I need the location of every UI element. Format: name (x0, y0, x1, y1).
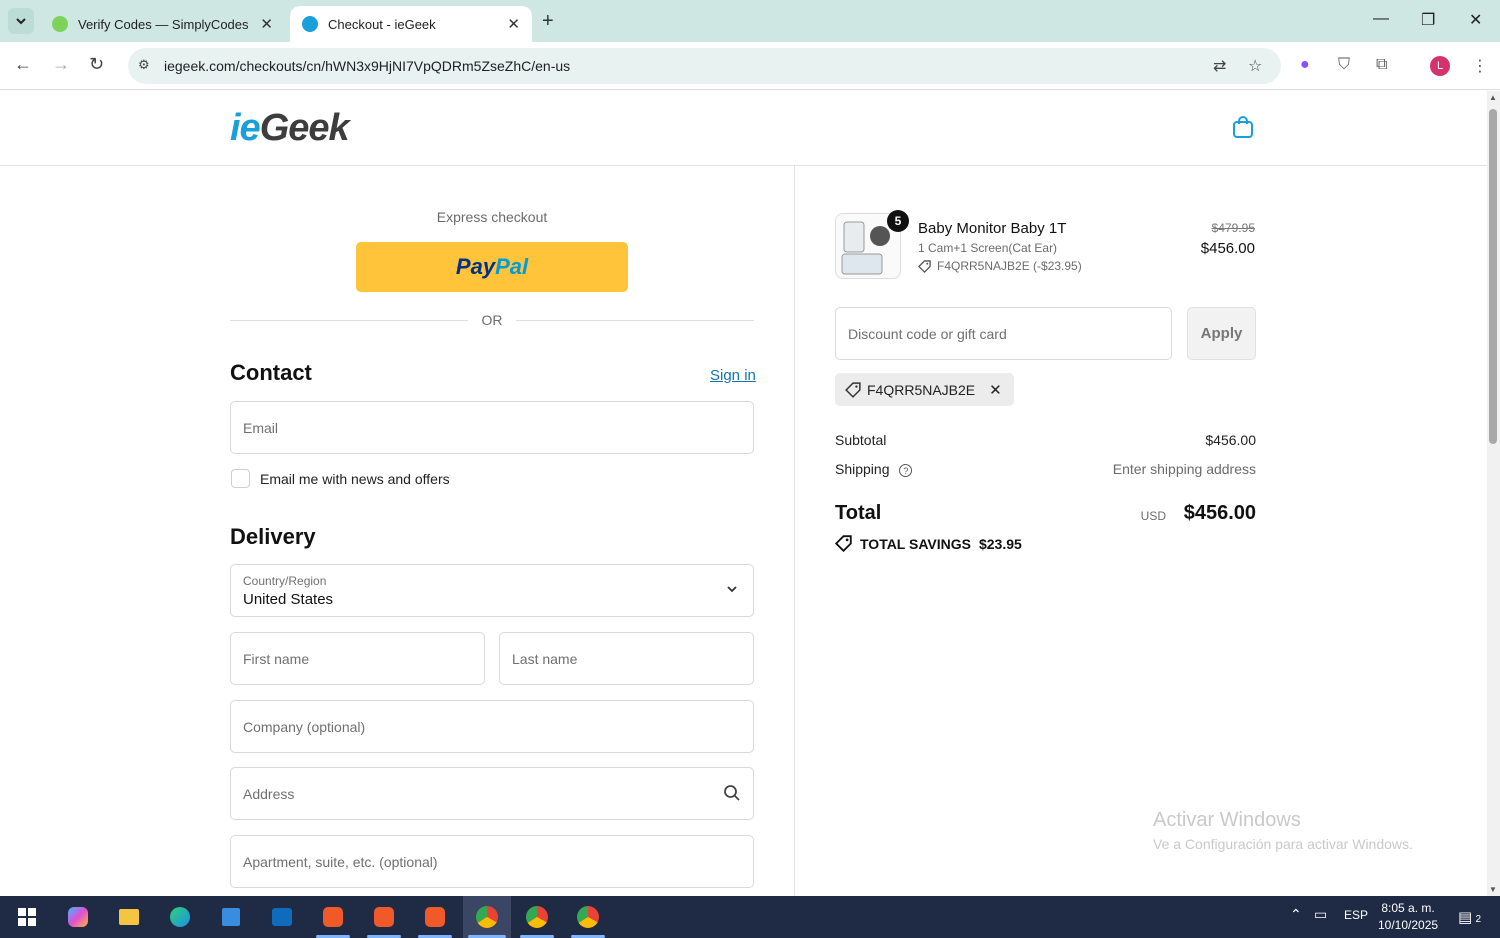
tab-title: Verify Codes — SimplyCodes (78, 16, 249, 32)
minimize-button[interactable]: — (1373, 10, 1389, 28)
apply-button[interactable]: Apply (1187, 307, 1256, 360)
store-icon[interactable] (216, 902, 246, 932)
chrome-browser-icon[interactable] (522, 902, 552, 932)
address-field[interactable]: Address (230, 767, 754, 820)
last-name-field[interactable]: Last name (499, 632, 754, 685)
notification-icon: ▤ (1458, 909, 1473, 926)
scrollbar-thumb[interactable] (1489, 109, 1497, 444)
product-discount: F4QRR5NAJB2E (-$23.95) (918, 259, 1082, 273)
reload-button[interactable]: ↻ (89, 54, 104, 75)
browser-menu-icon[interactable]: ⋮ (1472, 56, 1488, 76)
first-name-field[interactable]: First name (230, 632, 485, 685)
chevron-up-icon[interactable]: ⌃ (1290, 906, 1302, 923)
total-row: Total USD $456.00 (835, 502, 1256, 524)
scroll-up-icon[interactable]: ▲ (1489, 93, 1497, 102)
tab-strip: Verify Codes — SimplyCodes ✕ Checkout - … (0, 0, 1500, 42)
shipping-row: Shipping ? Enter shipping address (835, 461, 1256, 477)
newsletter-checkbox[interactable] (231, 469, 250, 488)
tag-icon (835, 535, 852, 552)
notification-center[interactable]: ▤ 2 (1458, 908, 1481, 926)
extension-icon[interactable]: ● (1300, 56, 1310, 74)
company-field[interactable]: Company (optional) (230, 700, 754, 753)
shield-extension-icon[interactable]: ⛉ (1338, 56, 1350, 74)
shopping-bag-icon[interactable] (1232, 115, 1254, 139)
system-clock[interactable]: 8:05 a. m. 10/10/2025 (1378, 900, 1438, 934)
order-summary: 5 Baby Monitor Baby 1T 1 Cam+1 Screen(Ca… (796, 166, 1487, 896)
bookmark-star-icon[interactable]: ☆ (1248, 56, 1262, 76)
close-icon[interactable]: ✕ (260, 15, 273, 33)
paypal-button[interactable]: Pay Pal (356, 242, 628, 292)
final-price: $456.00 (1200, 240, 1255, 257)
tab-search-button[interactable] (8, 8, 34, 34)
brave-browser-icon[interactable] (369, 902, 399, 932)
chevron-down-icon (16, 18, 26, 25)
quantity-badge: 5 (887, 210, 909, 232)
country-select[interactable]: Country/Region United States (230, 564, 754, 617)
file-explorer-icon[interactable] (114, 902, 144, 932)
outlook-icon[interactable] (267, 902, 297, 932)
restore-button[interactable]: ❐ (1421, 10, 1435, 30)
profile-avatar[interactable]: L (1430, 56, 1450, 76)
product-name: Baby Monitor Baby 1T (918, 220, 1067, 237)
chrome-browser-icon[interactable] (463, 896, 511, 938)
sign-in-link[interactable]: Sign in (710, 367, 756, 384)
applied-code-chip: F4QRR5NAJB2E ✕ (835, 373, 1014, 406)
remove-code-icon[interactable]: ✕ (989, 381, 1002, 399)
express-checkout-label: Express checkout (436, 209, 548, 225)
browser-toolbar: ← → ↻ ⚙ iegeek.com/checkouts/cn/hWN3x9Hj… (0, 42, 1500, 90)
help-circle-icon[interactable]: ? (899, 464, 913, 477)
windows-activation-subtitle: Ve a Configuración para activar Windows. (1153, 836, 1413, 852)
simplycodes-favicon-icon (52, 16, 68, 32)
url-text[interactable]: iegeek.com/checkouts/cn/hWN3x9HjNI7VpQDR… (164, 58, 570, 74)
divider-line (516, 320, 754, 321)
apartment-field[interactable]: Apartment, suite, etc. (optional) (230, 835, 754, 888)
copilot-icon[interactable] (63, 902, 93, 932)
language-indicator[interactable]: ESP (1344, 908, 1368, 922)
tab-simplycodes[interactable]: Verify Codes — SimplyCodes ✕ (40, 6, 285, 42)
page-scrollbar[interactable]: ▲ ▼ (1487, 91, 1500, 896)
discount-code-input[interactable]: Discount code or gift card (835, 307, 1172, 360)
checkout-form: Express checkout Pay Pal OR Contact Sign … (0, 166, 795, 896)
chrome-browser-icon[interactable] (573, 902, 603, 932)
or-divider: OR (230, 312, 754, 330)
store-header: ieGeek (0, 91, 1487, 166)
email-field[interactable]: Email (230, 401, 754, 454)
subtotal-row: Subtotal $456.00 (835, 432, 1256, 448)
contact-title: Contact (230, 360, 312, 385)
brave-browser-icon[interactable] (420, 902, 450, 932)
scroll-down-icon[interactable]: ▼ (1489, 885, 1497, 894)
translate-icon[interactable]: ⇄ (1213, 56, 1226, 76)
original-price: $479.95 (1211, 221, 1255, 235)
windows-logo-icon (18, 908, 36, 926)
brave-browser-icon[interactable] (318, 902, 348, 932)
address-bar[interactable]: ⚙ iegeek.com/checkouts/cn/hWN3x9HjNI7VpQ… (128, 48, 1281, 84)
delivery-title: Delivery (230, 524, 316, 549)
store-logo[interactable]: ieGeek (230, 107, 350, 150)
extensions-puzzle-icon[interactable]: ⧉ (1376, 56, 1387, 74)
new-tab-button[interactable]: + (542, 10, 554, 33)
forward-button[interactable]: → (52, 54, 70, 75)
close-icon[interactable]: ✕ (507, 15, 520, 33)
iegeek-favicon-icon (302, 16, 318, 32)
tab-checkout[interactable]: Checkout - ieGeek ✕ (290, 6, 532, 42)
windows-activation-title: Activar Windows (1153, 809, 1301, 831)
start-button[interactable] (12, 902, 42, 932)
back-button[interactable]: ← (14, 54, 32, 75)
windows-taskbar: ⌃ ▭ ESP 8:05 a. m. 10/10/2025 ▤ 2 (0, 896, 1500, 938)
window-close-button[interactable]: ✕ (1469, 10, 1482, 30)
network-icon[interactable]: ▭ (1314, 906, 1327, 923)
tag-icon (845, 381, 861, 398)
search-icon (724, 785, 740, 801)
total-savings: TOTAL SAVINGS $23.95 (835, 535, 1022, 552)
site-info-icon[interactable]: ⚙ (138, 57, 150, 73)
product-variant: 1 Cam+1 Screen(Cat Ear) (918, 241, 1058, 255)
tab-title: Checkout - ieGeek (328, 16, 436, 32)
edge-browser-icon[interactable] (165, 902, 195, 932)
tag-icon (918, 259, 931, 273)
chevron-down-icon (727, 586, 737, 593)
newsletter-label: Email me with news and offers (260, 471, 450, 487)
